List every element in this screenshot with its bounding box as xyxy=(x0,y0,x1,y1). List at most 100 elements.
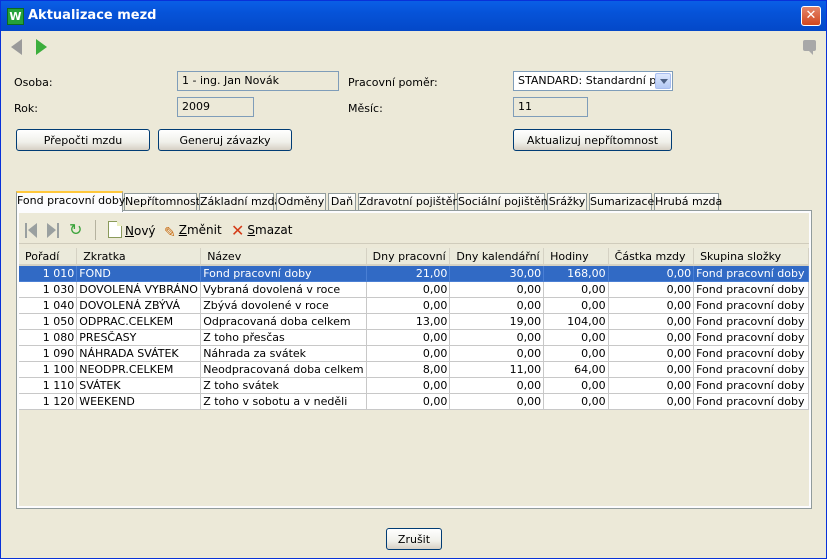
cancel-button[interactable]: Zrušit xyxy=(386,528,442,550)
app-icon: W xyxy=(7,8,24,25)
tab-fond-pracovni-doby[interactable]: Fond pracovní doby xyxy=(16,191,125,212)
table-cell: Fond pracovní doby xyxy=(693,281,809,298)
tab-dan[interactable]: Daň xyxy=(328,193,356,211)
forward-arrow-icon[interactable] xyxy=(36,39,47,55)
table-cell: 0,00 xyxy=(366,329,451,346)
table-cell: 0,00 xyxy=(608,297,695,314)
table-row[interactable]: 1 120 WEEKEND Z toho v sobotu a v neděli 0,… xyxy=(19,393,809,410)
table-cell: 104,00 xyxy=(543,313,609,330)
table-row[interactable]: 1 090 NÁHRADA SVÁTEK Náhrada za svátek 0,00… xyxy=(19,345,809,362)
table-cell: 1 110 xyxy=(19,377,78,394)
table-cell: Z toho svátek xyxy=(200,377,367,394)
table-row[interactable]: 1 110 SVÁTEK Z toho svátek 0,00 0,00 0,00 0,00… xyxy=(19,377,809,394)
table-cell: 1 100 xyxy=(19,361,78,378)
first-record-icon[interactable] xyxy=(25,223,37,238)
edit-button[interactable]: ✎ Změnit xyxy=(164,221,222,241)
close-button[interactable]: ✕ xyxy=(801,6,821,26)
table-cell: 19,00 xyxy=(449,313,545,330)
new-button[interactable]: Nový xyxy=(108,221,156,239)
title-bar[interactable]: W Aktualizace mezd ✕ xyxy=(1,1,826,31)
refresh-icon[interactable]: ↻ xyxy=(69,221,86,238)
column-header[interactable]: Hodiny xyxy=(543,248,609,266)
table-row[interactable]: 1 040 DOVOLENÁ ZBÝVÁ Zbývá dovolené v roce… xyxy=(19,297,809,314)
tab-nepritomnost[interactable]: Nepřítomnost xyxy=(124,193,200,211)
window-title: Aktualizace mezd xyxy=(28,8,157,23)
table-cell: WEEKEND xyxy=(76,393,202,410)
tab-zdravotni-pojisteni[interactable]: Zdravotní pojištění xyxy=(358,193,463,211)
table-cell: Z toho v sobotu a v neděli xyxy=(200,393,367,410)
table-cell: 0,00 xyxy=(608,361,695,378)
tab-zakladni-mzda[interactable]: Základní mzda xyxy=(199,193,281,211)
column-header[interactable]: Zkratka xyxy=(76,248,202,266)
pomer-label: Pracovní poměr: xyxy=(348,76,438,89)
table-cell: 1 090 xyxy=(19,345,78,362)
pomer-select-value: STANDARD: Standardní p... xyxy=(518,74,667,87)
table-cell: 13,00 xyxy=(366,313,451,330)
toolbar-separator xyxy=(95,220,96,240)
table-cell: ODPRAC.CELKEM xyxy=(76,313,202,330)
osoba-field[interactable]: 1 - ing. Jan Novák xyxy=(177,71,339,91)
table-cell: Fond pracovní doby xyxy=(693,297,809,314)
table-cell: Fond pracovní doby xyxy=(693,329,809,346)
column-header[interactable]: Dny pracovní xyxy=(366,248,451,266)
table-cell: 30,00 xyxy=(449,265,545,282)
comment-icon[interactable] xyxy=(803,40,816,55)
tab-socialni-pojisteni[interactable]: Sociální pojištění xyxy=(457,193,551,211)
column-header[interactable]: Částka mzdy xyxy=(608,248,695,266)
recalculate-button[interactable]: Přepočti mzdu xyxy=(16,129,150,151)
tab-sumarizace[interactable]: Sumarizace xyxy=(589,193,654,211)
tab-odmeny[interactable]: Odměny xyxy=(276,193,326,211)
table-cell: Vybraná dovolená v roce xyxy=(200,281,367,298)
pencil-icon: ✎ xyxy=(164,225,176,241)
pomer-select[interactable]: STANDARD: Standardní p... xyxy=(513,71,673,91)
table-cell: 0,00 xyxy=(608,393,695,410)
delete-button[interactable]: ✕ Smazat xyxy=(231,221,292,240)
table-cell: 0,00 xyxy=(543,281,609,298)
column-header[interactable]: Pořadí xyxy=(19,248,78,266)
tab-srazky[interactable]: Srážky xyxy=(547,193,587,211)
table-row[interactable]: 1 030 DOVOLENÁ VYBRÁNO Vybraná dovolená v … xyxy=(19,281,809,298)
chevron-down-icon[interactable] xyxy=(655,73,671,89)
table-cell: 0,00 xyxy=(449,297,545,314)
table-cell: 0,00 xyxy=(449,281,545,298)
update-absence-button[interactable]: Aktualizuj nepřítomnost xyxy=(513,129,672,151)
table-row[interactable]: 1 050 ODPRAC.CELKEM Odpracovaná doba celke… xyxy=(19,313,809,330)
tab-panel-content: ↻ Nový ✎ Změnit ✕ Smazat Pořadí Zkratka … xyxy=(19,213,809,506)
table-row[interactable]: 1 010 FOND Fond pracovní doby 21,00 30,00 168… xyxy=(19,265,809,282)
column-header[interactable]: Název xyxy=(200,248,367,266)
tab-hruba-mzda[interactable]: Hrubá mzda xyxy=(654,193,722,211)
table-cell: Fond pracovní doby xyxy=(693,361,809,378)
table-cell: 0,00 xyxy=(366,345,451,362)
table-row[interactable]: 1 080 PRESČASY Z toho přesčas 0,00 0,00 0,00 0… xyxy=(19,329,809,346)
column-header[interactable]: Skupina složky xyxy=(693,248,809,266)
new-document-icon xyxy=(108,221,122,238)
table-cell: Zbývá dovolené v roce xyxy=(200,297,367,314)
table-cell: NEODPR.CELKEM xyxy=(76,361,202,378)
mesic-field[interactable]: 11 xyxy=(513,97,588,117)
table-cell: 0,00 xyxy=(449,345,545,362)
table-cell: 0,00 xyxy=(449,393,545,410)
table-cell: 0,00 xyxy=(543,393,609,410)
osoba-label: Osoba: xyxy=(14,76,53,89)
table-cell: SVÁTEK xyxy=(76,377,202,394)
table-cell: 0,00 xyxy=(543,345,609,362)
table-cell: 0,00 xyxy=(449,377,545,394)
table-cell: Náhrada za svátek xyxy=(200,345,367,362)
table-cell: 168,00 xyxy=(543,265,609,282)
table-cell: 11,00 xyxy=(449,361,545,378)
table-row[interactable]: 1 100 NEODPR.CELKEM Neodpracovaná doba cel… xyxy=(19,361,809,378)
grid-body: 1 010 FOND Fond pracovní doby 21,00 30,00 168… xyxy=(19,265,809,410)
rok-field[interactable]: 2009 xyxy=(177,97,254,117)
delete-x-icon: ✕ xyxy=(231,221,245,240)
table-cell: 1 010 xyxy=(19,265,78,282)
payroll-grid: Pořadí Zkratka Název Dny pracovní Dny ka… xyxy=(19,248,809,410)
table-cell: 1 050 xyxy=(19,313,78,330)
table-cell: 8,00 xyxy=(366,361,451,378)
last-record-icon[interactable] xyxy=(47,223,59,238)
mesic-label: Měsíc: xyxy=(348,102,383,115)
back-arrow-icon[interactable] xyxy=(11,39,22,55)
generate-liabilities-button[interactable]: Generuj závazky xyxy=(158,129,292,151)
table-cell: Fond pracovní doby xyxy=(693,313,809,330)
table-cell: 64,00 xyxy=(543,361,609,378)
column-header[interactable]: Dny kalendářní xyxy=(449,248,545,266)
